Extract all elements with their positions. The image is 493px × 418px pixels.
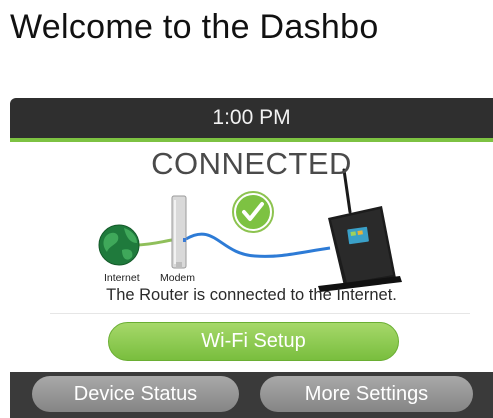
modem-icon: [171, 195, 187, 269]
clock-time: 1:00 PM: [212, 106, 291, 129]
router-touchscreen: 1:00 PM CONNECTED Internet Modem The Rou…: [10, 98, 493, 418]
router-icon: [318, 168, 402, 292]
internet-label: Internet: [104, 272, 140, 284]
globe-icon: [98, 224, 140, 266]
modem-label: Modem: [160, 272, 196, 284]
connection-screen: CONNECTED Internet Modem The Router is c…: [10, 142, 493, 372]
check-icon: [232, 191, 274, 233]
more-settings-button[interactable]: More Settings: [260, 376, 473, 412]
bottom-navigation: Device Status More Settings: [10, 372, 493, 418]
device-status-button[interactable]: Device Status: [32, 376, 239, 412]
connection-status-title: CONNECTED: [151, 146, 352, 181]
page-heading: Welcome to the Dashbo: [10, 8, 379, 46]
divider: [50, 313, 470, 314]
dashboard-page: Welcome to the Dashbo 1:00 PM CONNECTED …: [0, 0, 493, 418]
connection-status-message: The Router is connected to the Internet.: [106, 286, 397, 304]
internet-cable: [134, 238, 173, 247]
wifi-setup-button[interactable]: Wi-Fi Setup: [108, 322, 399, 361]
router-cable: [185, 232, 331, 258]
status-bar: 1:00 PM: [10, 98, 493, 138]
